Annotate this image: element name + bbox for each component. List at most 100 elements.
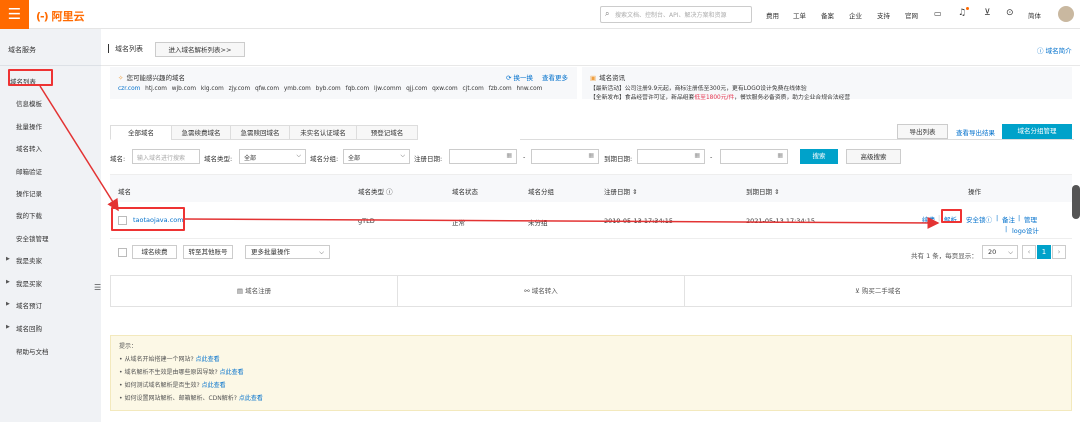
suggested-domain[interactable]: ljw.comm [374, 86, 401, 92]
scrollbar-thumb[interactable] [1072, 185, 1080, 219]
nav-official-site[interactable]: 官网 [905, 10, 918, 20]
domain-group-manage-button[interactable]: 域名分组管理 [1002, 124, 1072, 139]
news-icon: ▣ [590, 74, 597, 82]
export-list-button[interactable]: 导出列表 [897, 124, 948, 139]
tab-preregistered[interactable]: 预登记域名 [356, 125, 418, 140]
tab-redeem-urgent[interactable]: 急需赎回域名 [230, 125, 290, 140]
remark-link[interactable]: 备注 [1002, 214, 1015, 224]
filter-label: 到期日期: [604, 155, 633, 163]
date-separator: - [710, 153, 713, 161]
calendar-icon: ▦ [588, 152, 594, 159]
aliyun-logo[interactable]: (-) 阿里云 [36, 8, 84, 24]
column-header-sortable[interactable]: 到期日期 ⇕ [746, 186, 780, 196]
language-switch[interactable]: 简体 [1028, 10, 1041, 20]
register-domain-button[interactable]: ▤ 域名注册 [111, 276, 397, 306]
select-all-checkbox[interactable] [118, 248, 127, 257]
suggested-domain[interactable]: byb.com [316, 86, 341, 92]
sidebar-group-buyback[interactable]: 域名回购 [16, 323, 42, 333]
global-search-input[interactable]: ⌕ 搜索文档、控制台、API、解决方案和资源 [600, 6, 752, 23]
suggested-domain[interactable]: qjj.com [406, 86, 427, 92]
tip-link[interactable]: 点此查看 [202, 382, 226, 389]
exp-end-date[interactable]: ▦ [720, 149, 788, 164]
avatar[interactable] [1058, 6, 1074, 22]
next-page-button[interactable]: › [1052, 245, 1066, 259]
see-more-link[interactable]: 查看更多 [542, 72, 568, 82]
view-export-result-link[interactable]: 查看导出结果 [956, 127, 995, 137]
tab-all-domains[interactable]: 全部域名 [110, 125, 172, 140]
tab-unverified[interactable]: 未实名认证域名 [289, 125, 357, 140]
sidebar-item-op-records[interactable]: 操作记录 [16, 188, 42, 198]
cart-icon[interactable]: ⊻ [984, 8, 991, 18]
sidebar-item-email-verify[interactable]: 邮箱验证 [16, 166, 42, 176]
sidebar-item-batch-ops[interactable]: 批量操作 [16, 121, 42, 131]
news-line[interactable]: 【全新发布】食品经营许可证，新品组套低至1800元/件，餐饮服务必备资质，助力企… [590, 92, 850, 101]
page-number-button[interactable]: 1 [1037, 245, 1051, 259]
nav-enterprise[interactable]: 企业 [849, 10, 862, 20]
bulk-actions-select[interactable]: 更多批量操作 ⌵ [245, 245, 330, 259]
sidebar-item-info-template[interactable]: 信息模板 [16, 98, 42, 108]
terminal-icon[interactable]: ▭ [934, 9, 942, 18]
refresh-link[interactable]: ⟳ 换一换 [506, 72, 533, 82]
sidebar-group-seller[interactable]: 我是卖家 [16, 255, 42, 265]
news-line[interactable]: 【最新活动】公司注册9.9元起，商标注册低至300元，更有LOGO设计免费在线体… [590, 83, 807, 92]
column-header-sortable[interactable]: 注册日期 ⇕ [604, 186, 638, 196]
suggested-domain[interactable]: qfw.com [255, 86, 279, 92]
domain-search-input[interactable]: 输入域名进行搜索 [132, 149, 200, 164]
divider: | [1005, 225, 1008, 233]
tip-link[interactable]: 点此查看 [220, 369, 244, 376]
security-lock-link[interactable]: 安全锁ⓘ [966, 214, 992, 224]
sidebar-item-downloads[interactable]: 我的下载 [16, 210, 42, 220]
tab-renew-urgent[interactable]: 急需续费域名 [171, 125, 231, 140]
suggested-domain[interactable]: klg.com [201, 86, 224, 92]
sidebar-group-reserve[interactable]: 域名预订 [16, 300, 42, 310]
calendar-icon: ▦ [694, 152, 700, 159]
bell-icon[interactable]: ♫ [958, 8, 966, 18]
search-button[interactable]: 搜索 [800, 149, 838, 164]
domain-type-select[interactable]: 全部 ⌵ [239, 149, 306, 164]
domain-intro-link[interactable]: ⓘ 域名简介 [1037, 45, 1072, 55]
suggested-domain[interactable]: wjb.com [172, 86, 196, 92]
manage-link[interactable]: 管理 [1024, 214, 1037, 224]
bulk-renew-button[interactable]: 域名续费 [132, 245, 177, 259]
page-size-select[interactable]: 20 ⌵ [982, 245, 1018, 259]
suggested-domain[interactable]: czr.com [118, 86, 140, 92]
sidebar-item-lock-manage[interactable]: 安全锁管理 [16, 233, 49, 243]
advanced-search-button[interactable]: 高级搜索 [846, 149, 901, 164]
domain-type: gTLD [358, 217, 375, 225]
suggested-domain[interactable]: zjy.com [229, 86, 250, 92]
suggested-domain[interactable]: fqb.com [346, 86, 370, 92]
logo-design-link[interactable]: logo设计 [1012, 225, 1039, 235]
tip-link[interactable]: 点此查看 [239, 395, 263, 402]
transfer-domain-button[interactable]: ⚯ 域名转入 [398, 276, 684, 306]
page-title: 域名列表 [115, 45, 143, 53]
sidebar-group-buyer[interactable]: 我是买家 [16, 278, 42, 288]
sidebar-item-transfer-in[interactable]: 域名转入 [16, 143, 42, 153]
prev-page-button[interactable]: ‹ [1022, 245, 1036, 259]
suggested-domain[interactable]: fzb.com [489, 86, 512, 92]
nav-support[interactable]: 支持 [877, 10, 890, 20]
renew-link[interactable]: 续费 [922, 214, 935, 224]
enter-dns-list-button[interactable]: 进入域名解析列表>> [155, 42, 245, 57]
link-icon: ⚯ [524, 287, 532, 295]
nav-ticket[interactable]: 工单 [793, 10, 806, 20]
menu-icon[interactable]: ☰ [0, 0, 29, 29]
transfer-account-button[interactable]: 转至其他账号 [183, 245, 233, 259]
suggested-domain[interactable]: ymb.com [284, 86, 311, 92]
reg-date: 2019-05-13 17:34:15 [604, 217, 674, 225]
help-icon[interactable]: ⓘ [386, 188, 393, 196]
suggested-domain[interactable]: htj.com [145, 86, 167, 92]
buy-used-domain-button[interactable]: ⊻ 购买二手域名 [685, 276, 1071, 306]
exp-start-date[interactable]: ▦ [637, 149, 705, 164]
tip-link[interactable]: 点此查看 [196, 356, 220, 363]
nav-fees[interactable]: 费用 [766, 10, 779, 20]
suggested-domain[interactable]: hnw.com [517, 86, 543, 92]
reg-start-date[interactable]: ▦ [449, 149, 517, 164]
help-icon[interactable]: ⊙ [1006, 8, 1014, 18]
nav-filing[interactable]: 备案 [821, 10, 834, 20]
suggested-domain[interactable]: qxw.com [432, 86, 458, 92]
domain-group-select[interactable]: 全部 ⌵ [343, 149, 410, 164]
reg-end-date[interactable]: ▦ [531, 149, 599, 164]
panel-title: ▣ 域名资讯 [590, 74, 626, 82]
suggested-domain[interactable]: cjt.com [463, 86, 484, 92]
sidebar-item-help[interactable]: 帮助与文档 [16, 346, 49, 356]
